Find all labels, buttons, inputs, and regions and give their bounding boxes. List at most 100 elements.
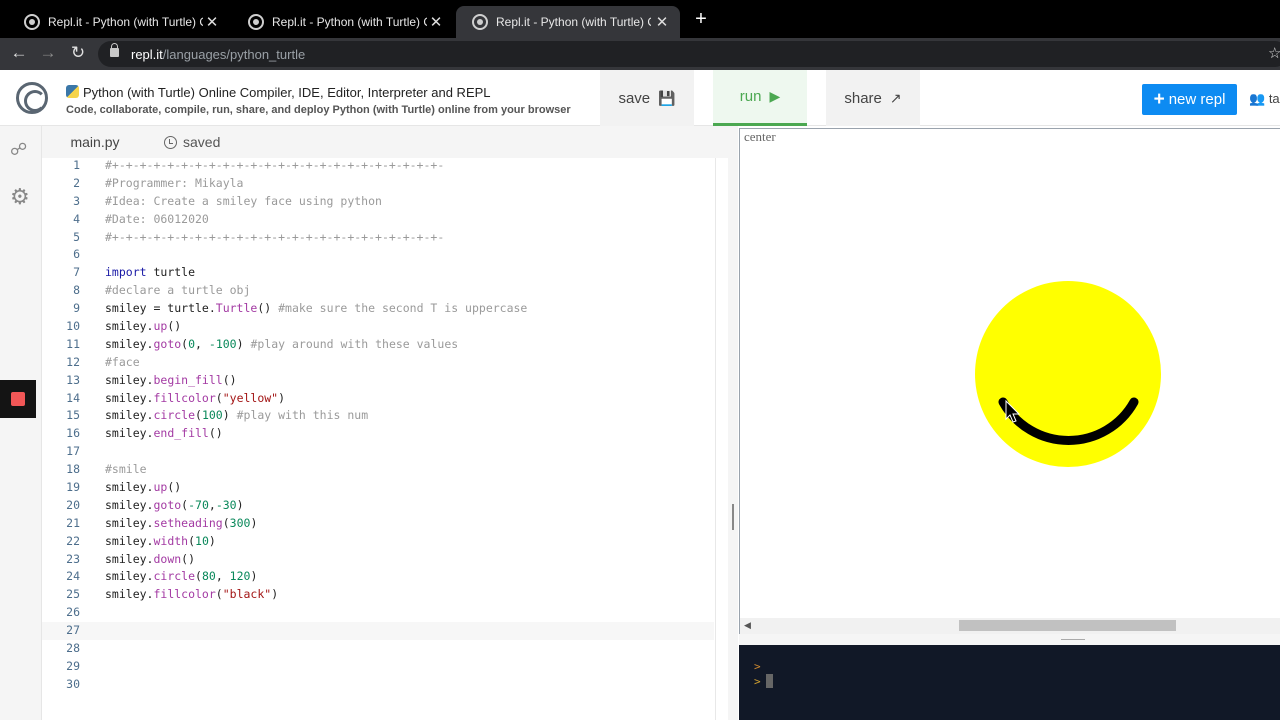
line-number: 3 bbox=[73, 193, 80, 208]
code-editor[interactable]: 1 #+-+-+-+-+-+-+-+-+-+-+-+-+-+-+-+-+-+-+-… bbox=[42, 158, 728, 720]
left-rail: ☍ ⚙ bbox=[0, 126, 42, 720]
run-label: run bbox=[739, 88, 762, 105]
save-button[interactable]: save 💾 bbox=[600, 70, 694, 126]
code-text: #smile bbox=[105, 462, 147, 477]
reload-icon[interactable]: ↻ bbox=[67, 43, 89, 63]
new-repl-button[interactable]: + new repl bbox=[1142, 84, 1237, 115]
code-line[interactable]: 28 bbox=[42, 640, 714, 658]
line-number: 7 bbox=[73, 265, 80, 280]
line-number: 21 bbox=[66, 515, 80, 530]
line-number: 30 bbox=[66, 676, 80, 691]
browser-tab-3-active[interactable]: Repl.it - Python (with Turtle) Online Co… bbox=[456, 6, 680, 38]
share-network-icon[interactable]: ☍ bbox=[10, 140, 27, 160]
code-line[interactable]: 3 #Idea: Create a smiley face using pytho… bbox=[42, 193, 714, 211]
new-repl-label: new repl bbox=[1168, 91, 1226, 108]
code-text: smiley.up() bbox=[105, 319, 182, 334]
replit-favicon-icon bbox=[24, 14, 40, 30]
line-number: 17 bbox=[66, 444, 80, 459]
code-line[interactable]: 27 bbox=[42, 622, 714, 641]
code-line[interactable]: 14 smiley.fillcolor("yellow") bbox=[42, 390, 714, 408]
code-line[interactable]: 19 smiley.up() bbox=[42, 479, 714, 497]
code-text: #Date: 06012020 bbox=[105, 211, 209, 226]
divider-grip[interactable] bbox=[732, 504, 734, 530]
line-number: 1 bbox=[73, 158, 80, 172]
code-line[interactable]: 20 smiley.goto(-70,-30) bbox=[42, 497, 714, 515]
code-line[interactable]: 25 smiley.fillcolor("black") bbox=[42, 586, 714, 604]
turtle-canvas[interactable]: center bbox=[739, 128, 1280, 634]
bookmark-star-icon[interactable]: ☆ bbox=[1268, 44, 1280, 62]
line-number: 12 bbox=[66, 354, 80, 369]
save-status-text: saved bbox=[183, 134, 221, 150]
code-line[interactable]: 18 #smile bbox=[42, 461, 714, 479]
console-resize-handle[interactable] bbox=[739, 634, 1280, 645]
share-export-icon: ↗ bbox=[889, 89, 902, 106]
close-tab-icon[interactable]: ✕ bbox=[428, 13, 444, 31]
line-number: 13 bbox=[66, 372, 80, 387]
resize-grip[interactable] bbox=[1061, 639, 1085, 640]
code-line[interactable]: 24 smiley.circle(80, 120) bbox=[42, 568, 714, 586]
code-line[interactable]: 12 #face bbox=[42, 354, 714, 372]
run-button[interactable]: run ▶ bbox=[713, 70, 807, 126]
code-line[interactable]: 2 #Programmer: Mikayla bbox=[42, 175, 714, 193]
new-tab-icon[interactable]: + bbox=[690, 8, 712, 31]
line-number: 26 bbox=[66, 605, 80, 620]
gear-icon[interactable]: ⚙ bbox=[10, 184, 30, 210]
scroll-left-arrow-icon[interactable]: ◀ bbox=[744, 620, 751, 631]
scrollbar-thumb[interactable] bbox=[959, 620, 1176, 631]
code-line[interactable]: 1 #+-+-+-+-+-+-+-+-+-+-+-+-+-+-+-+-+-+-+-… bbox=[42, 157, 714, 175]
canvas-horizontal-scrollbar[interactable]: ◀ bbox=[739, 618, 1280, 634]
code-line[interactable]: 23 smiley.down() bbox=[42, 551, 714, 569]
back-arrow-icon[interactable]: ← bbox=[8, 43, 30, 63]
code-line[interactable]: 26 bbox=[42, 604, 714, 622]
file-tab-main-py[interactable]: main.py bbox=[42, 126, 148, 158]
replit-favicon-icon bbox=[248, 14, 264, 30]
code-lines[interactable]: 1 #+-+-+-+-+-+-+-+-+-+-+-+-+-+-+-+-+-+-+-… bbox=[42, 157, 714, 694]
browser-tab-2[interactable]: Repl.it - Python (with Turtle) Online Co… bbox=[232, 6, 454, 38]
code-line[interactable]: 17 bbox=[42, 443, 714, 461]
code-line[interactable]: 22 smiley.width(10) bbox=[42, 533, 714, 551]
language-title-text: Python (with Turtle) Online Compiler, ID… bbox=[83, 85, 491, 100]
code-line[interactable]: 16 smiley.end_fill() bbox=[42, 425, 714, 443]
code-line[interactable]: 4 #Date: 06012020 bbox=[42, 211, 714, 229]
line-number: 16 bbox=[66, 426, 80, 441]
code-line[interactable]: 7 import turtle bbox=[42, 264, 714, 282]
teams-link[interactable]: 👥 ta bbox=[1249, 91, 1280, 107]
save-status: saved bbox=[164, 134, 220, 150]
close-tab-icon[interactable]: ✕ bbox=[654, 13, 670, 31]
console[interactable]: > > bbox=[739, 645, 1280, 720]
stop-button[interactable] bbox=[0, 380, 36, 418]
share-button[interactable]: share ↗ bbox=[826, 70, 920, 126]
code-text: smiley.end_fill() bbox=[105, 426, 223, 441]
code-line[interactable]: 9 smiley = turtle.Turtle() #make sure the… bbox=[42, 300, 714, 318]
address-bar[interactable]: repl.it/languages/python_turtle bbox=[98, 41, 1280, 67]
browser-tab-title: Repl.it - Python (with Turtle) Online Co… bbox=[48, 15, 203, 29]
console-prompt: > bbox=[754, 660, 761, 673]
code-line[interactable]: 10 smiley.up() bbox=[42, 318, 714, 336]
code-line[interactable]: 11 smiley.goto(0, -100) #play around with… bbox=[42, 336, 714, 354]
line-number: 2 bbox=[73, 175, 80, 190]
code-line[interactable]: 13 smiley.begin_fill() bbox=[42, 372, 714, 390]
python-icon bbox=[66, 85, 79, 98]
browser-tab-strip: Repl.it - Python (with Turtle) Online Co… bbox=[0, 0, 1280, 38]
code-text: smiley.circle(80, 120) bbox=[105, 569, 258, 584]
code-text: smiley.setheading(300) bbox=[105, 515, 258, 530]
pane-divider[interactable] bbox=[728, 126, 738, 720]
close-tab-icon[interactable]: ✕ bbox=[204, 13, 220, 31]
code-text: #face bbox=[105, 354, 140, 369]
browser-tab-title: Repl.it - Python (with Turtle) Online Co… bbox=[496, 15, 651, 29]
code-line[interactable]: 30 bbox=[42, 676, 714, 694]
browser-tab-1[interactable]: Repl.it - Python (with Turtle) Online Co… bbox=[8, 6, 230, 38]
code-line[interactable]: 29 bbox=[42, 658, 714, 676]
replit-logo-icon[interactable] bbox=[16, 82, 48, 114]
code-line[interactable]: 21 smiley.setheading(300) bbox=[42, 515, 714, 533]
forward-arrow-icon[interactable]: → bbox=[37, 43, 59, 63]
line-number: 27 bbox=[66, 623, 80, 638]
code-line[interactable]: 6 bbox=[42, 246, 714, 264]
code-line[interactable]: 8 #declare a turtle obj bbox=[42, 282, 714, 300]
code-line[interactable]: 15 smiley.circle(100) #play with this num bbox=[42, 407, 714, 425]
url-host: repl.it bbox=[131, 47, 163, 62]
code-line[interactable]: 5 #+-+-+-+-+-+-+-+-+-+-+-+-+-+-+-+-+-+-+-… bbox=[42, 229, 714, 247]
